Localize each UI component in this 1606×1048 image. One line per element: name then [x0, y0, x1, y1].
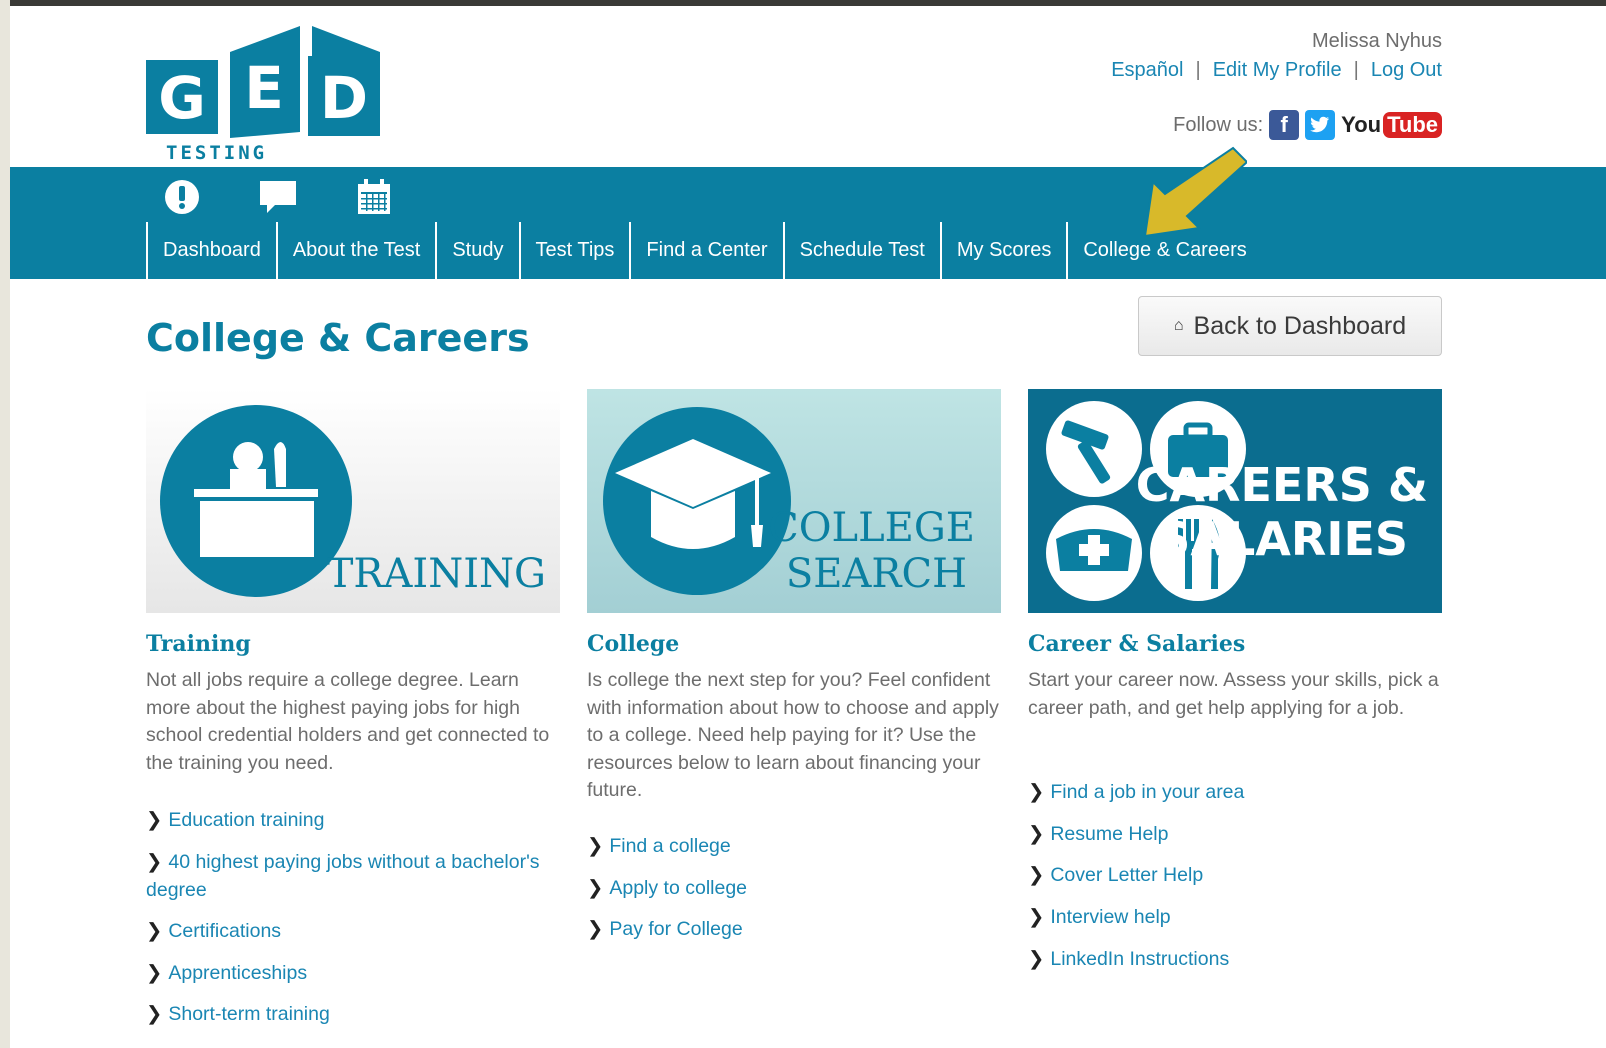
main-nav: Dashboard About the Test Study Test Tips… [10, 167, 1606, 279]
college-heading: College [587, 631, 680, 657]
page: G E D TESTING SERVICE® Melissa Nyhus Esp… [10, 6, 1606, 1048]
college-banner-image: COLLEGE SEARCH [587, 389, 1001, 613]
list-item[interactable]: ❯ Certifications [146, 918, 560, 946]
college-description: Is college the next step for you? Feel c… [587, 669, 999, 802]
user-area: Melissa Nyhus Español | Edit My Profile | Lo… [1111, 30, 1442, 82]
youtube-icon[interactable]: You Tube [1341, 112, 1442, 138]
careers-banner[interactable]: CAREERS & SALARIES [1028, 389, 1442, 613]
list-item[interactable]: ❯ Education training [146, 807, 560, 835]
list-item[interactable]: ❯ Find a job in your area [1028, 779, 1442, 807]
college-banner-text-2: SEARCH [786, 551, 967, 597]
chevron-right-icon: ❯ [1028, 947, 1045, 970]
user-links: Español | Edit My Profile | Log Out [1111, 59, 1442, 82]
careers-banner-text-1: CAREERS & [1136, 458, 1428, 512]
training-banner-image: TRAINING [146, 389, 560, 613]
nav-item-my-scores[interactable]: My Scores [939, 222, 1066, 279]
nav-item-about-the-test[interactable]: About the Test [275, 222, 436, 279]
college-banner-text-1: COLLEGE [768, 505, 975, 551]
list-item[interactable]: ❯ Apprenticeships [146, 960, 560, 988]
nav-item-test-tips[interactable]: Test Tips [518, 222, 630, 279]
separator: | [1353, 59, 1359, 81]
nav-item-find-a-center[interactable]: Find a Center [629, 222, 782, 279]
careers-description: Start your career now. Assess your skill… [1028, 669, 1439, 719]
chevron-right-icon: ❯ [1028, 905, 1045, 928]
training-description: Not all jobs require a college degree. L… [146, 669, 550, 774]
list-item[interactable]: ❯ Resume Help [1028, 821, 1442, 849]
careers-banner-text-2: SALARIES [1157, 512, 1408, 566]
list-item[interactable]: ❯ Find a college [587, 833, 1001, 861]
chevron-right-icon: ❯ [1028, 781, 1045, 804]
list-item[interactable]: ❯ Apply to college [587, 875, 1001, 903]
training-column: TRAINING Training Not all jobs require a… [146, 389, 560, 1043]
nav-item-schedule-test[interactable]: Schedule Test [782, 222, 940, 279]
calendar-icon[interactable] [354, 177, 394, 217]
list-item[interactable]: ❯ 40 highest paying jobs without a bachel… [146, 849, 560, 904]
logo-letter-e: E [244, 54, 284, 122]
chevron-right-icon: ❯ [587, 918, 604, 941]
background-strip [0, 0, 10, 1048]
follow-us: Follow us: f You Tube [1173, 110, 1442, 140]
logout-link[interactable]: Log Out [1371, 59, 1442, 81]
facebook-icon[interactable]: f [1269, 110, 1300, 140]
chevron-right-icon: ❯ [146, 809, 163, 832]
training-banner[interactable]: TRAINING [146, 389, 560, 613]
college-banner[interactable]: COLLEGE SEARCH [587, 389, 1001, 613]
training-banner-text: TRAINING [327, 551, 546, 597]
list-item[interactable]: ❯ Cover Letter Help [1028, 862, 1442, 890]
careers-links: ❯ Find a job in your area ❯ Resume Help ❯ C… [1028, 779, 1442, 973]
page-title: College & Careers [146, 316, 530, 360]
college-links: ❯ Find a college ❯ Apply to college ❯ Pay f… [587, 833, 1001, 944]
language-link[interactable]: Español [1111, 59, 1183, 81]
nav-item-college-careers[interactable]: College & Careers [1066, 222, 1261, 279]
nav-item-study[interactable]: Study [435, 222, 518, 279]
logo-letter-g: G [158, 64, 206, 132]
alert-icon[interactable] [162, 177, 202, 217]
chevron-right-icon: ❯ [1028, 822, 1045, 845]
list-item[interactable]: ❯ Interview help [1028, 904, 1442, 932]
separator: | [1195, 59, 1201, 81]
careers-heading: Career & Salaries [1028, 631, 1246, 657]
chat-icon[interactable] [258, 177, 298, 217]
back-button-label: Back to Dashboard [1193, 311, 1407, 340]
user-name: Melissa Nyhus [1311, 30, 1442, 52]
list-item[interactable]: ❯ Short-term training [146, 1001, 560, 1029]
nav-items: Dashboard About the Test Study Test Tips… [146, 222, 1262, 279]
training-heading: Training [146, 631, 251, 657]
careers-banner-image: CAREERS & SALARIES [1028, 389, 1442, 613]
edit-profile-link[interactable]: Edit My Profile [1213, 59, 1342, 81]
back-to-dashboard-button[interactable]: ⌂ Back to Dashboard [1138, 296, 1442, 356]
list-item[interactable]: ❯ LinkedIn Instructions [1028, 946, 1442, 974]
careers-column: CAREERS & SALARIES Career & Salaries Sta… [1028, 389, 1442, 987]
logo-letter-d: D [320, 64, 368, 132]
follow-label: Follow us: [1173, 113, 1264, 136]
ged-logo[interactable]: G E D TESTING SERVICE® [146, 26, 386, 186]
chevron-right-icon: ❯ [146, 961, 163, 984]
twitter-icon[interactable] [1305, 110, 1336, 140]
home-icon: ⌂ [1173, 317, 1184, 334]
nav-item-dashboard[interactable]: Dashboard [146, 222, 276, 279]
chevron-right-icon: ❯ [146, 920, 163, 943]
chevron-right-icon: ❯ [587, 876, 604, 899]
list-item[interactable]: ❯ Pay for College [587, 916, 1001, 944]
training-links: ❯ Education training ❯ 40 highest paying j… [146, 807, 560, 1029]
nav-icons [162, 177, 394, 217]
chevron-right-icon: ❯ [146, 1003, 163, 1026]
chevron-right-icon: ❯ [146, 850, 163, 873]
college-column: COLLEGE SEARCH College Is college the ne… [587, 389, 1001, 958]
chevron-right-icon: ❯ [1028, 864, 1045, 887]
chevron-right-icon: ❯ [587, 834, 604, 857]
